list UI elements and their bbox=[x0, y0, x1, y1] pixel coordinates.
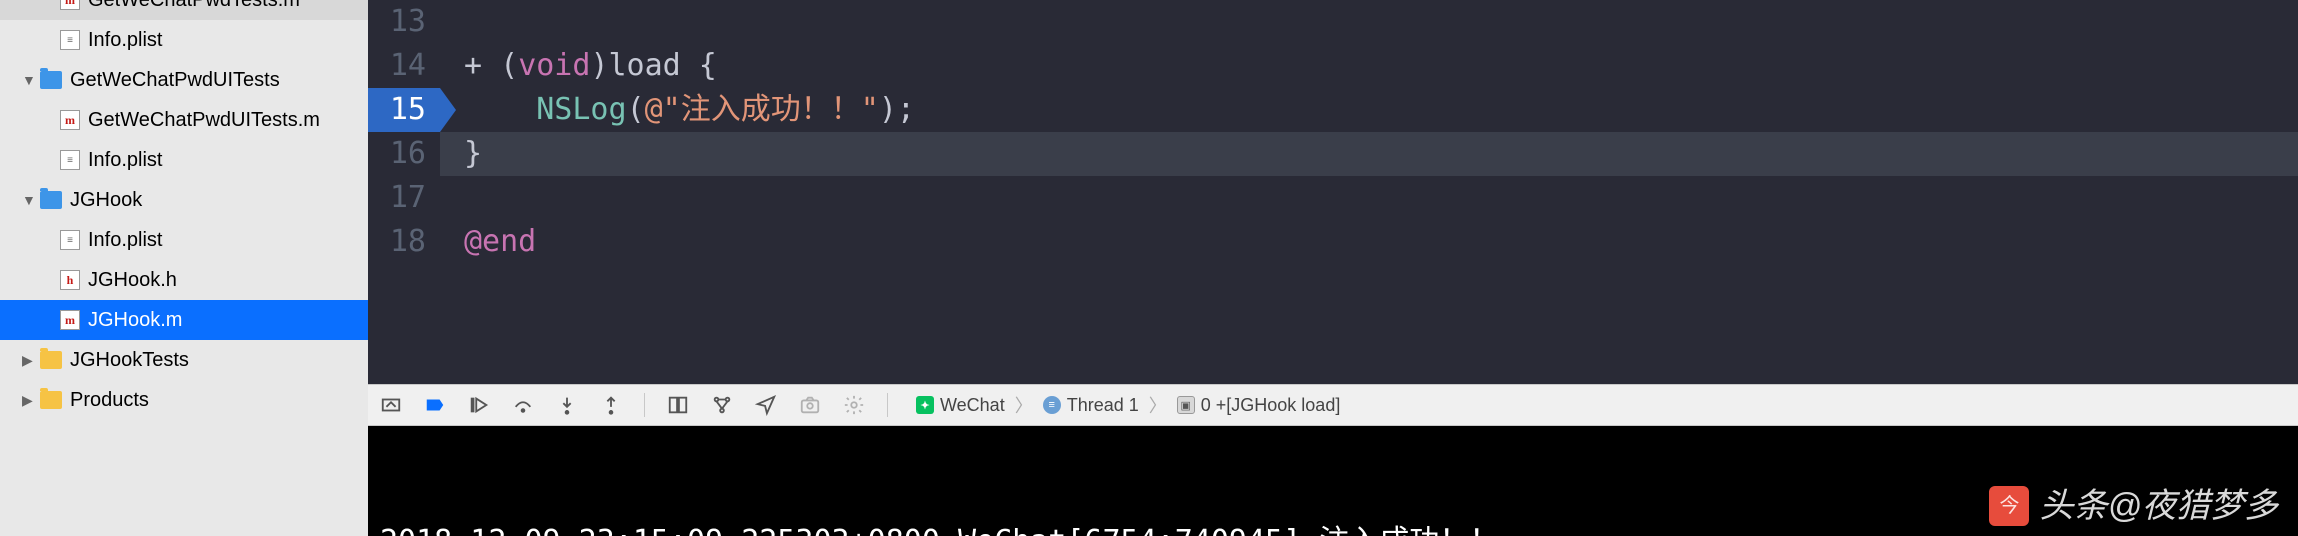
chevron-right-icon: 〉 bbox=[1015, 392, 1033, 418]
token: ); bbox=[879, 92, 915, 127]
code-line[interactable]: + (void)load { bbox=[440, 44, 2298, 88]
token: )load { bbox=[590, 48, 716, 83]
code-line[interactable]: } bbox=[440, 132, 2298, 176]
file-item[interactable]: m JGHook.m bbox=[0, 300, 368, 340]
line-gutter[interactable]: 131415161718 bbox=[368, 0, 440, 384]
chevron-right-icon: 〉 bbox=[1149, 392, 1167, 418]
line-number[interactable]: 18 bbox=[368, 220, 426, 264]
step-into-icon[interactable] bbox=[556, 394, 578, 416]
token: @"注入成功！！" bbox=[645, 92, 879, 127]
folder-icon bbox=[40, 351, 62, 369]
separator bbox=[644, 393, 645, 417]
plist-file-icon: ≡ bbox=[60, 30, 80, 50]
disclosure-open-icon[interactable]: ▼ bbox=[22, 192, 38, 208]
breakpoints-toggle-icon[interactable] bbox=[424, 394, 446, 416]
code-line[interactable]: @end bbox=[440, 220, 2298, 264]
token: @end bbox=[464, 224, 536, 259]
frame-icon: ▣ bbox=[1177, 396, 1195, 414]
breakpoint-line-number[interactable]: 15 bbox=[368, 88, 440, 132]
watermark-badge-icon: 今 bbox=[1989, 486, 2029, 526]
token: } bbox=[464, 136, 482, 171]
plist-file-icon: ≡ bbox=[60, 230, 80, 250]
process-crumb[interactable]: ✦ WeChat bbox=[910, 393, 1011, 418]
code-area[interactable]: + (void)load { NSLog(@"注入成功！！");} @end bbox=[440, 0, 2298, 384]
disclosure-closed-icon[interactable]: ▶ bbox=[22, 352, 38, 369]
token bbox=[464, 92, 536, 127]
disclosure-closed-icon[interactable]: ▶ bbox=[22, 392, 38, 409]
step-over-icon[interactable] bbox=[512, 394, 534, 416]
file-item[interactable]: h JGHook.h bbox=[0, 260, 368, 300]
token: + ( bbox=[464, 48, 518, 83]
file-item[interactable]: m GetWeChatPwdTests.m bbox=[0, 0, 368, 20]
debug-toolbar: ✦ WeChat 〉 ≡ Thread 1 〉 ▣ 0 +[JGHook loa… bbox=[368, 384, 2298, 426]
hide-debug-icon[interactable] bbox=[380, 394, 402, 416]
folder-item[interactable]: ▶ JGHookTests bbox=[0, 340, 368, 380]
code-editor[interactable]: 131415161718 + (void)load { NSLog(@"注入成功… bbox=[368, 0, 2298, 384]
folder-icon bbox=[40, 191, 62, 209]
file-item[interactable]: ≡ Info.plist bbox=[0, 140, 368, 180]
item-label: GetWeChatPwdUITests bbox=[70, 69, 280, 92]
m-file-icon: m bbox=[60, 310, 80, 330]
continue-icon[interactable] bbox=[468, 394, 490, 416]
step-out-icon[interactable] bbox=[600, 394, 622, 416]
file-item[interactable]: ≡ Info.plist bbox=[0, 220, 368, 260]
item-label: GetWeChatPwdUITests.m bbox=[88, 109, 320, 132]
wechat-icon: ✦ bbox=[916, 396, 934, 414]
item-label: Info.plist bbox=[88, 229, 162, 252]
process-label: WeChat bbox=[940, 395, 1005, 416]
debug-breadcrumb: ✦ WeChat 〉 ≡ Thread 1 〉 ▣ 0 +[JGHook loa… bbox=[910, 392, 1346, 418]
folder-item[interactable]: ▼ JGHook bbox=[0, 180, 368, 220]
item-label: GetWeChatPwdTests.m bbox=[88, 0, 300, 12]
file-item[interactable]: ≡ Info.plist bbox=[0, 20, 368, 60]
frame-crumb[interactable]: ▣ 0 +[JGHook load] bbox=[1171, 393, 1347, 418]
folder-item[interactable]: ▼ GetWeChatPwdUITests bbox=[0, 60, 368, 100]
camera-icon[interactable] bbox=[799, 394, 821, 416]
thread-icon: ≡ bbox=[1043, 396, 1061, 414]
item-label: Info.plist bbox=[88, 29, 162, 52]
thread-label: Thread 1 bbox=[1067, 395, 1139, 416]
frame-label: 0 +[JGHook load] bbox=[1201, 395, 1341, 416]
plist-file-icon: ≡ bbox=[60, 150, 80, 170]
m-file-icon: m bbox=[60, 0, 80, 10]
item-label: JGHookTests bbox=[70, 349, 189, 372]
separator bbox=[887, 393, 888, 417]
item-label: Products bbox=[70, 389, 149, 412]
token: NSLog bbox=[536, 92, 626, 127]
line-number[interactable]: 13 bbox=[368, 0, 426, 44]
line-number[interactable]: 17 bbox=[368, 176, 426, 220]
debug-console[interactable]: 2018-12-09 23:15:09.225303+0800 WeChat[6… bbox=[368, 426, 2298, 536]
file-item[interactable]: m GetWeChatPwdUITests.m bbox=[0, 100, 368, 140]
location-icon[interactable] bbox=[755, 394, 777, 416]
folder-icon bbox=[40, 71, 62, 89]
token: ( bbox=[627, 92, 645, 127]
code-line[interactable] bbox=[440, 0, 2298, 44]
h-file-icon: h bbox=[60, 270, 80, 290]
file-navigator[interactable]: m GetWeChatPwdTests.m ≡ Info.plist ▼ GetWeCha… bbox=[0, 0, 368, 536]
debug-view-icon[interactable] bbox=[667, 394, 689, 416]
line-number[interactable]: 14 bbox=[368, 44, 426, 88]
folder-icon bbox=[40, 391, 62, 409]
item-label: Info.plist bbox=[88, 149, 162, 172]
thread-crumb[interactable]: ≡ Thread 1 bbox=[1037, 393, 1145, 418]
settings-icon[interactable] bbox=[843, 394, 865, 416]
watermark: 今 头条@夜猎梦多 bbox=[1989, 484, 2278, 528]
memory-graph-icon[interactable] bbox=[711, 394, 733, 416]
disclosure-open-icon[interactable]: ▼ bbox=[22, 72, 38, 88]
line-number[interactable]: 16 bbox=[368, 132, 426, 176]
item-label: JGHook.h bbox=[88, 269, 177, 292]
token: void bbox=[518, 48, 590, 83]
m-file-icon: m bbox=[60, 110, 80, 130]
folder-item[interactable]: ▶ Products bbox=[0, 380, 368, 420]
item-label: JGHook.m bbox=[88, 309, 182, 332]
code-line[interactable]: NSLog(@"注入成功！！"); bbox=[440, 88, 2298, 132]
watermark-text: 头条@夜猎梦多 bbox=[2039, 484, 2278, 528]
code-line[interactable] bbox=[440, 176, 2298, 220]
item-label: JGHook bbox=[70, 189, 142, 212]
